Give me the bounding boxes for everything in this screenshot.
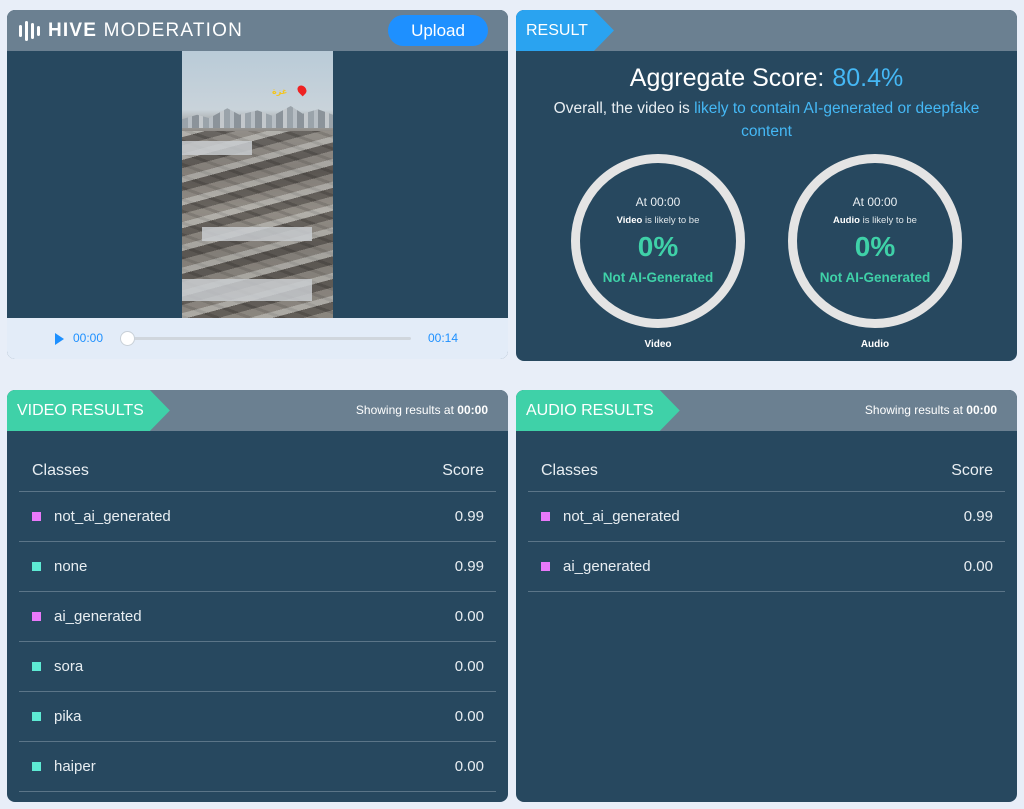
video-results-tab: VIDEO RESULTS (7, 390, 170, 431)
class-name: ai_generated (563, 558, 651, 575)
video-beam (182, 141, 252, 155)
table-row: none 0.99 (19, 542, 496, 592)
aggregate-value: 80.4% (832, 64, 904, 92)
gauge-likely: Video is likely to be (616, 215, 700, 226)
overall-summary: Overall, the video is likely to contain … (536, 97, 997, 143)
video-beam (202, 227, 312, 241)
table-row: ai_generated 0.00 (528, 542, 1005, 592)
video-results-table: Classes Score not_ai_generated 0.99 none… (19, 450, 496, 792)
gauge-percent: 0% (854, 231, 896, 262)
table-row: pika 0.00 (19, 692, 496, 742)
duration: 00:14 (428, 331, 459, 345)
class-name: haiper (54, 758, 96, 775)
gauge-time: At 00:00 (852, 195, 898, 209)
gauge-likely: Audio is likely to be (833, 215, 917, 226)
class-score: 0.00 (454, 658, 484, 675)
audio-results-tab: AUDIO RESULTS (516, 390, 680, 431)
result-tab: RESULT (516, 10, 614, 51)
gauge-verdict: Not AI-Generated (602, 270, 714, 285)
class-swatch (32, 712, 41, 721)
audio-showing-time: Showing results at 00:00 (864, 403, 997, 417)
current-time: 00:00 (73, 331, 104, 345)
col-classes: Classes (541, 461, 598, 479)
video-showing-time: Showing results at 00:00 (355, 403, 488, 417)
gauge-percent: 0% (637, 231, 679, 262)
audio-results-panel: AUDIO RESULTS Showing results at 00:00 C… (516, 390, 1017, 802)
hive-logo: HIVE MODERATION (19, 20, 243, 42)
col-classes: Classes (32, 461, 89, 479)
class-swatch (541, 562, 550, 571)
overall-highlight: likely to contain AI-generated or deepfa… (694, 100, 980, 140)
video-gauge: At 00:00 Video is likely to be 0% Not AI… (571, 154, 745, 328)
class-name: not_ai_generated (563, 508, 680, 525)
class-name: not_ai_generated (54, 508, 171, 525)
video-results-header: VIDEO RESULTS Showing results at 00:00 (7, 390, 508, 431)
video-skyline (182, 106, 333, 128)
class-score: 0.99 (963, 508, 993, 525)
player-controls: 00:00 00:14 (7, 318, 508, 359)
table-row: not_ai_generated 0.99 (528, 492, 1005, 542)
class-score: 0.00 (454, 758, 484, 775)
class-score: 0.00 (454, 708, 484, 725)
col-score: Score (951, 461, 993, 479)
video-results-panel: VIDEO RESULTS Showing results at 00:00 C… (7, 390, 508, 802)
result-panel: RESULT Aggregate Score: 80.4% Overall, th… (516, 10, 1017, 361)
table-row: ai_generated 0.00 (19, 592, 496, 642)
col-score: Score (442, 461, 484, 479)
table-row: haiper 0.00 (19, 742, 496, 792)
audio-gauge-caption: Audio (860, 339, 890, 350)
gauge-time: At 00:00 (635, 195, 681, 209)
hive-logo-icon (19, 21, 40, 41)
result-header: RESULT (516, 10, 1017, 51)
table-header: Classes Score (528, 450, 1005, 492)
class-name: ai_generated (54, 608, 142, 625)
audio-gauge: At 00:00 Audio is likely to be 0% Not AI… (788, 154, 962, 328)
location-pin-icon (295, 83, 309, 97)
class-score: 0.00 (963, 558, 993, 575)
brand-name: HIVE MODERATION (48, 20, 244, 41)
class-swatch (32, 512, 41, 521)
class-swatch (32, 662, 41, 671)
upload-button[interactable]: Upload (388, 15, 488, 46)
table-row: not_ai_generated 0.99 (19, 492, 496, 542)
class-name: pika (54, 708, 82, 725)
overall-prefix: Overall, the video is (553, 100, 690, 117)
media-header: HIVE MODERATION Upload (7, 10, 508, 51)
aggregate-label: Aggregate Score: (629, 64, 825, 92)
class-swatch (32, 562, 41, 571)
class-name: none (54, 558, 88, 575)
play-icon[interactable] (55, 333, 64, 345)
class-score: 0.00 (454, 608, 484, 625)
class-swatch (32, 762, 41, 771)
video-beam (182, 279, 312, 301)
table-header: Classes Score (19, 450, 496, 492)
gauge-verdict: Not AI-Generated (819, 270, 931, 285)
location-label: غزة (272, 87, 288, 96)
audio-results-table: Classes Score not_ai_generated 0.99 ai_g… (528, 450, 1005, 592)
table-row: sora 0.00 (19, 642, 496, 692)
class-swatch (541, 512, 550, 521)
video-gauge-caption: Video (644, 339, 672, 350)
video-preview[interactable]: غزة (182, 51, 333, 318)
class-score: 0.99 (454, 558, 484, 575)
class-score: 0.99 (454, 508, 484, 525)
seek-track[interactable] (128, 337, 411, 340)
aggregate-score: Aggregate Score: 80.4% (516, 64, 1017, 93)
media-panel: HIVE MODERATION Upload غزة 00:00 00:14 (7, 10, 508, 359)
class-name: sora (54, 658, 84, 675)
audio-results-header: AUDIO RESULTS Showing results at 00:00 (516, 390, 1017, 431)
class-swatch (32, 612, 41, 621)
seek-knob[interactable] (120, 331, 135, 346)
